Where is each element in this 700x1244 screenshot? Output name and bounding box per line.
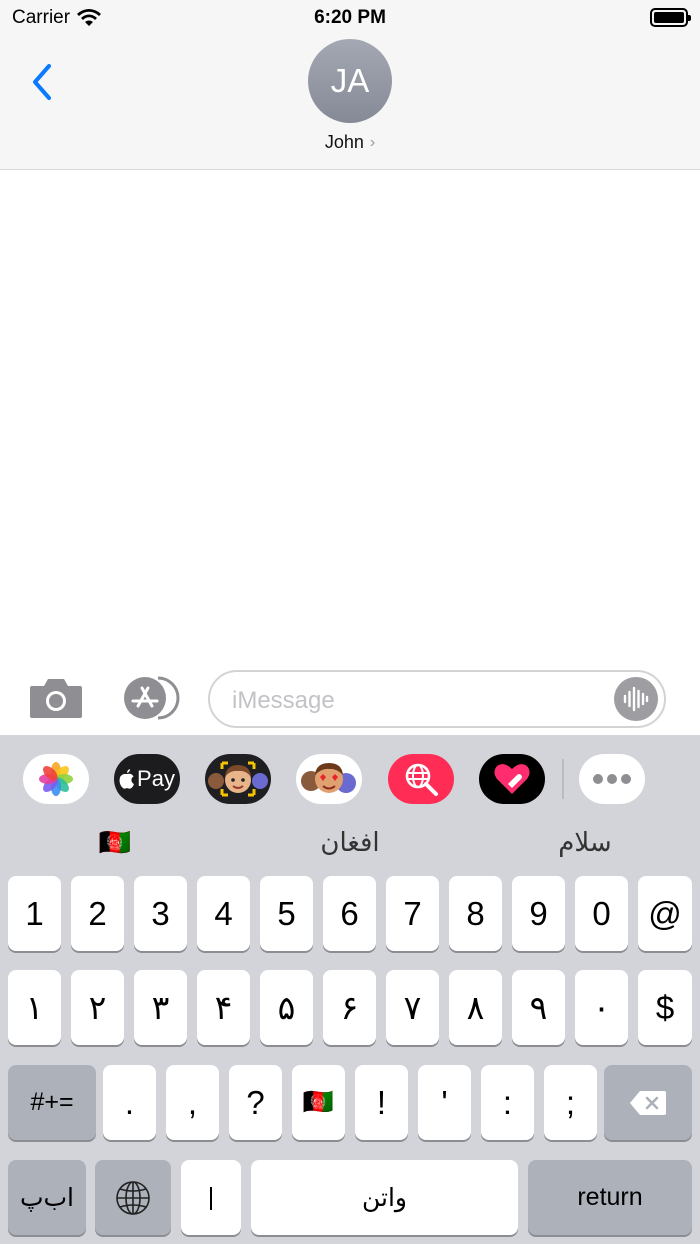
key-4[interactable]: 4 [197, 876, 250, 951]
key-persian-1[interactable]: ۱ [8, 970, 61, 1045]
animoji-stickers-icon [301, 763, 356, 793]
digital-touch-icon [494, 764, 530, 794]
compose-bar: iMessage [0, 660, 700, 735]
camera-icon [30, 679, 82, 718]
key-flag[interactable]: 🇦🇫 [292, 1065, 345, 1140]
contact-name-button[interactable]: John › [0, 132, 700, 153]
key-persian-7[interactable]: ۷ [386, 970, 439, 1045]
key-zwnj[interactable]: | [181, 1160, 241, 1235]
suggestion-3[interactable]: سلام [520, 820, 650, 865]
key-7[interactable]: 7 [386, 876, 439, 951]
key-persian-4[interactable]: ۴ [197, 970, 250, 1045]
key-colon[interactable]: : [481, 1065, 534, 1140]
app-drawer: Pay [0, 735, 700, 810]
key-comma[interactable]: , [166, 1065, 219, 1140]
contact-name: John [324, 132, 364, 152]
contact-avatar[interactable]: JA [308, 39, 392, 123]
chevron-left-icon [33, 64, 51, 100]
more-apps-button[interactable] [579, 754, 645, 804]
app-store-icon [124, 676, 180, 720]
camera-button[interactable] [28, 676, 84, 720]
chevron-right-icon: › [369, 133, 376, 151]
key-semicolon[interactable]: ; [544, 1065, 597, 1140]
key-apostrophe[interactable]: ' [418, 1065, 471, 1140]
message-thread[interactable] [0, 171, 700, 660]
key-at[interactable]: @ [638, 876, 692, 951]
key-symbols[interactable]: #+= [8, 1065, 96, 1140]
keyboard: 🇦🇫 افغان سلام 1 2 3 4 5 6 7 8 9 0 @ ۱ ۲ … [0, 810, 700, 1244]
space-key[interactable]: واتن [251, 1160, 518, 1235]
more-icon [593, 774, 631, 784]
globe-key[interactable] [95, 1160, 171, 1235]
key-letters[interactable]: اب‌پ [8, 1160, 86, 1235]
key-persian-8[interactable]: ۸ [449, 970, 502, 1045]
memoji-app-button[interactable] [205, 754, 271, 804]
audio-message-button[interactable] [614, 677, 658, 721]
key-3[interactable]: 3 [134, 876, 187, 951]
avatar-initials: JA [330, 62, 370, 99]
key-persian-5[interactable]: ۵ [260, 970, 313, 1045]
key-persian-6[interactable]: ۶ [323, 970, 376, 1045]
key-8[interactable]: 8 [449, 876, 502, 951]
delete-key[interactable] [604, 1065, 692, 1140]
key-exclamation[interactable]: ! [355, 1065, 408, 1140]
photos-app-button[interactable] [23, 754, 89, 804]
key-5[interactable]: 5 [260, 876, 313, 951]
globe-icon [116, 1180, 150, 1215]
key-6[interactable]: 6 [323, 876, 376, 951]
backspace-icon [630, 1090, 666, 1115]
suggestion-2[interactable]: افغان [280, 820, 420, 865]
web-search-icon [405, 763, 438, 796]
app-store-button[interactable] [118, 676, 180, 720]
animoji-app-button[interactable] [296, 754, 362, 804]
key-period[interactable]: . [103, 1065, 156, 1140]
apple-pay-label: Pay [137, 766, 175, 791]
status-time: 6:20 PM [314, 7, 386, 28]
key-9[interactable]: 9 [512, 876, 565, 951]
key-0[interactable]: 0 [575, 876, 628, 951]
suggestion-1[interactable]: 🇦🇫 [60, 820, 170, 865]
drawer-divider [562, 759, 564, 799]
conversation-header: Carrier 6:20 PM JA John › [0, 0, 700, 170]
back-button[interactable] [22, 60, 62, 104]
message-input[interactable]: iMessage [208, 670, 666, 728]
key-persian-0[interactable]: ۰ [575, 970, 628, 1045]
memoji-icon [208, 761, 268, 797]
battery-icon [650, 8, 691, 27]
waveform-icon [623, 686, 649, 712]
apple-logo-icon [119, 769, 135, 789]
key-persian-2[interactable]: ۲ [71, 970, 124, 1045]
key-1[interactable]: 1 [8, 876, 61, 951]
key-dollar[interactable]: $ [638, 970, 692, 1045]
apple-pay-button[interactable]: Pay [114, 754, 180, 804]
digital-touch-app-button[interactable] [479, 754, 545, 804]
key-2[interactable]: 2 [71, 876, 124, 951]
return-key[interactable]: return [528, 1160, 692, 1235]
photos-icon [39, 762, 73, 796]
web-search-app-button[interactable] [388, 754, 454, 804]
key-question[interactable]: ? [229, 1065, 282, 1140]
key-persian-9[interactable]: ۹ [512, 970, 565, 1045]
key-persian-3[interactable]: ۳ [134, 970, 187, 1045]
message-placeholder: iMessage [232, 687, 335, 714]
